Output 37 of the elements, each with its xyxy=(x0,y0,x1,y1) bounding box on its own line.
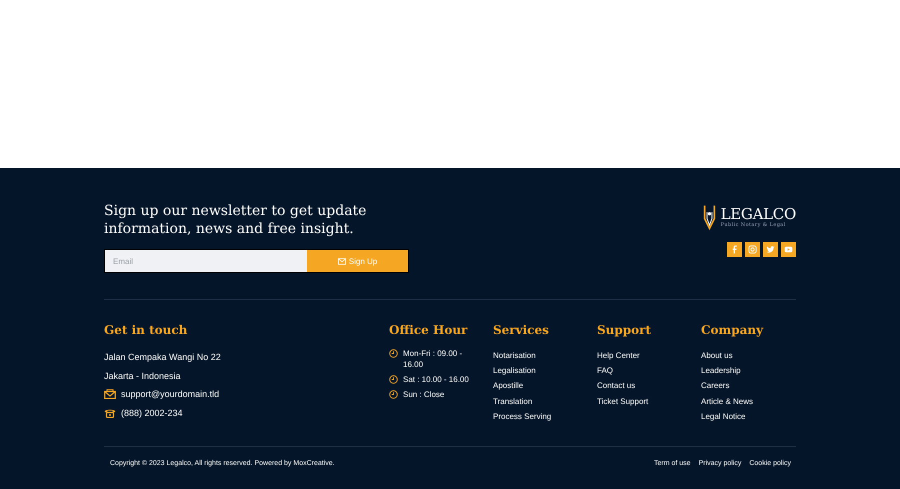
footer-link[interactable]: Careers xyxy=(701,378,796,394)
footer-link[interactable]: Legalisation xyxy=(493,363,597,378)
address-line: Jalan Cempaka Wangi No 22 xyxy=(104,352,221,362)
column-heading: Support xyxy=(597,322,652,338)
newsletter-heading: Sign up our newsletter to get update information, news and free insight. xyxy=(104,202,368,238)
column-heading: Company xyxy=(701,322,764,338)
footer-link[interactable]: Ticket Support xyxy=(597,394,701,409)
telephone-icon xyxy=(104,408,116,418)
footer-link[interactable]: Help Center xyxy=(597,348,701,364)
youtube-icon[interactable] xyxy=(781,242,796,257)
column-heading: Services xyxy=(493,322,550,338)
column-heading: Get in touch xyxy=(104,322,188,338)
footer-link[interactable]: Leadership xyxy=(701,363,796,378)
footer-link[interactable]: Notarisation xyxy=(493,348,597,364)
instagram-icon[interactable] xyxy=(745,242,760,257)
address-line: Jakarta - Indonesia xyxy=(104,370,181,381)
facebook-icon[interactable] xyxy=(727,242,742,257)
footer-link[interactable]: Apostille xyxy=(493,378,597,394)
footer-link[interactable]: FAQ xyxy=(597,363,701,378)
phone-number[interactable]: (888) 2002-234 xyxy=(121,408,183,418)
clock-icon xyxy=(389,349,398,358)
hours-text: Sun : Close xyxy=(403,389,446,400)
footer-link[interactable]: Legal Notice xyxy=(701,408,796,424)
footer-link[interactable]: Process Serving xyxy=(493,408,597,424)
logo-name: LEGALCO xyxy=(720,206,796,222)
email-link[interactable]: support@yourdomain.tld xyxy=(121,389,220,400)
clock-icon xyxy=(389,375,398,384)
clock-icon xyxy=(389,390,398,399)
footer-link[interactable]: Contact us xyxy=(597,378,701,394)
footer-link[interactable]: About us xyxy=(701,348,796,364)
envelope-icon xyxy=(104,389,116,400)
twitter-icon[interactable] xyxy=(763,242,778,257)
footer-link[interactable]: Translation xyxy=(493,394,597,409)
footer-link[interactable]: Article & News xyxy=(701,394,796,409)
column-heading: Office Hour xyxy=(389,322,468,338)
hours-text: Sat : 10.00 - 16.00 xyxy=(403,374,470,385)
hours-text: Mon-Fri : 09.00 - 16.00 xyxy=(403,348,464,370)
